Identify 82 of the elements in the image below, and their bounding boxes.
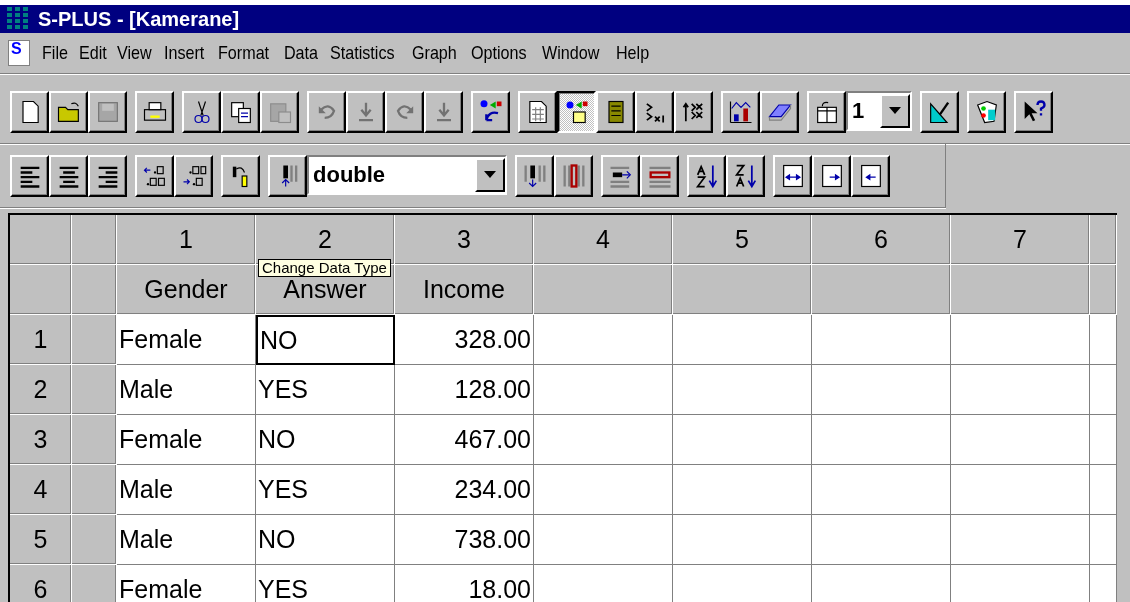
header-cell [72,265,117,315]
menu-item[interactable]: Help [610,40,656,66]
table-cell[interactable]: 467.00 [395,415,534,465]
empty-cell[interactable] [534,315,673,365]
empty-cell[interactable] [812,315,951,365]
menu-item[interactable]: Data [277,40,324,66]
empty-cell[interactable] [534,515,673,565]
dropdown-arrow-icon [889,107,901,115]
row-number[interactable]: 1 [10,315,72,365]
empty-cell[interactable] [812,465,951,515]
empty-cell[interactable] [1090,365,1117,415]
row-number[interactable]: 2 [10,365,72,415]
empty-cell[interactable] [673,465,812,515]
row-number[interactable]: 5 [10,515,72,565]
dropdown[interactable]: double [307,155,507,195]
dropdown[interactable]: 1 [846,91,912,131]
column-number[interactable]: 1 [117,215,256,265]
empty-cell[interactable] [951,515,1090,565]
table-cell[interactable]: 738.00 [395,515,534,565]
row-header-cell [72,365,117,415]
empty-cell[interactable] [1090,515,1117,565]
empty-cell[interactable] [673,315,812,365]
column-number[interactable]: 5 [673,215,812,265]
empty-cell[interactable] [534,415,673,465]
menu-item[interactable]: View [111,40,158,66]
menu-item[interactable]: Options [464,40,533,66]
empty-cell[interactable] [673,515,812,565]
empty-cell[interactable] [951,315,1090,365]
row-number[interactable]: 3 [10,415,72,465]
column-name[interactable]: Income [395,265,534,315]
column-number[interactable]: 4 [534,215,673,265]
menu-item[interactable]: Graph [406,40,463,66]
document-s-icon[interactable]: S [8,40,30,66]
tooltip: Change Data Type [258,259,391,277]
row-header-cell [72,415,117,465]
empty-cell[interactable] [673,365,812,415]
row-number[interactable]: 6 [10,565,72,602]
column-number[interactable]: 7 [951,215,1090,265]
table-cell[interactable]: YES [256,365,395,415]
menu-item[interactable]: Statistics [324,40,401,66]
column-name[interactable]: Gender [117,265,256,315]
empty-cell[interactable] [812,415,951,465]
app-grid-icon [6,7,30,31]
row-header-cell [72,315,117,365]
empty-cell[interactable] [951,365,1090,415]
menu-item[interactable]: Window [536,40,606,66]
table-cell[interactable]: NO [256,415,395,465]
empty-cell[interactable] [951,415,1090,465]
empty-cell[interactable] [951,465,1090,515]
empty-cell[interactable] [534,465,673,515]
table-cell[interactable]: 234.00 [395,465,534,515]
table-cell[interactable]: YES [256,465,395,515]
table-cell[interactable]: YES [256,565,395,602]
column-number[interactable]: 3 [395,215,534,265]
table-cell[interactable]: Female [117,315,256,365]
table-cell[interactable]: Female [117,415,256,465]
menu-item[interactable]: Format [211,40,275,66]
table-cell[interactable]: NO [256,315,395,365]
table-cell[interactable]: Male [117,365,256,415]
table-cell[interactable]: 18.00 [395,565,534,602]
empty-cell[interactable] [812,515,951,565]
row-number[interactable]: 4 [10,465,72,515]
empty-cell[interactable] [1090,415,1117,465]
empty-cell[interactable] [673,415,812,465]
column-number[interactable]: 6 [812,215,951,265]
table-cell[interactable]: Male [117,515,256,565]
table-cell[interactable]: 328.00 [395,315,534,365]
dropdown-arrow-icon [484,171,496,179]
empty-cell[interactable] [534,365,673,415]
window-title: S-PLUS - [Kamerane] [38,7,240,31]
toolbar-button[interactable] [557,91,596,133]
row-header-cell [72,465,117,515]
table-cell[interactable]: Female [117,565,256,602]
row-header-cell [72,515,117,565]
menu-item[interactable]: Edit [72,40,113,66]
table-cell[interactable]: Male [117,465,256,515]
table-cell[interactable]: 128.00 [395,365,534,415]
menu-item[interactable]: File [36,40,74,66]
empty-cell[interactable] [1090,465,1117,515]
menu-item[interactable]: Insert [158,40,211,66]
table-cell[interactable]: NO [256,515,395,565]
empty-cell[interactable] [812,365,951,415]
